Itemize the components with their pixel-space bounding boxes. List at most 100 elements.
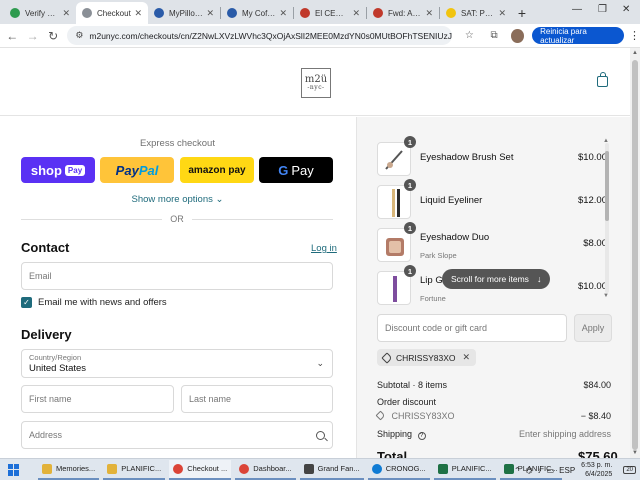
- taskbar-app[interactable]: Dashboar...: [235, 460, 296, 480]
- shipping-row: Shipping ? Enter shipping address: [377, 429, 611, 440]
- first-name-field[interactable]: First name: [21, 385, 174, 413]
- taskbar-app[interactable]: CRONOG...: [367, 460, 430, 480]
- folder-icon: [107, 463, 118, 474]
- close-icon[interactable]: ✕: [134, 8, 142, 19]
- email-field[interactable]: Email: [21, 262, 333, 290]
- delivery-heading: Delivery: [21, 327, 72, 342]
- battery-icon[interactable]: ▭: [547, 466, 555, 475]
- forward-icon[interactable]: →: [24, 29, 40, 43]
- close-icon[interactable]: ✕: [206, 8, 214, 19]
- chevron-up-icon[interactable]: ⌃: [514, 466, 521, 475]
- show-more-options-link[interactable]: Show more options ⌄: [0, 194, 355, 205]
- windows-start-icon[interactable]: [8, 463, 20, 476]
- shop-pay-button[interactable]: shop Pay: [21, 157, 95, 183]
- applied-discount-chip: CHRISSY83XO ✕: [377, 349, 477, 366]
- tab-fwd-asig[interactable]: Fwd: ASIG ✕: [367, 2, 439, 24]
- quantity-badge: 1: [404, 265, 416, 277]
- close-icon[interactable]: ✕: [279, 8, 287, 19]
- remove-discount-icon[interactable]: ✕: [463, 352, 471, 363]
- taskbar-app[interactable]: Checkout ...: [169, 459, 232, 480]
- coffee-icon: [227, 8, 237, 18]
- page-scrollbar[interactable]: ▲ ▼: [630, 48, 640, 458]
- discount-code-input[interactable]: Discount code or gift card: [377, 314, 567, 342]
- tab-my-coffee[interactable]: My Coffee ✕: [221, 2, 293, 24]
- google-pay-button[interactable]: G Pay: [259, 157, 333, 183]
- tab-verify-code[interactable]: Verify Code ✕: [4, 2, 76, 24]
- contact-heading: Contact: [21, 240, 70, 255]
- store-logo[interactable]: m2ü -nyc-: [301, 68, 331, 98]
- star-icon[interactable]: ☆: [462, 30, 477, 41]
- windows-taskbar: Memories... PLANIFIC... Checkout ... Das…: [0, 458, 640, 480]
- scroll-up-icon[interactable]: ▲: [603, 138, 609, 144]
- chrome-icon: [239, 463, 250, 474]
- taskbar-app[interactable]: PLANIFIC...: [433, 460, 496, 480]
- menu-kebab-icon[interactable]: ⋮: [629, 29, 640, 42]
- amazon-pay-button[interactable]: amazon pay: [180, 157, 254, 183]
- help-icon[interactable]: ?: [417, 432, 426, 440]
- line-item: 1 Eyeshadow Duo Park Slope $8.00: [377, 222, 615, 264]
- items-scrollbar-thumb[interactable]: [605, 151, 609, 221]
- country-select[interactable]: Country/Region United States ⌄: [21, 349, 333, 378]
- quantity-badge: 1: [404, 136, 416, 148]
- browser-toolbar: ← → ↻ ⚙ m2unyc.com/checkouts/cn/Z2NwLXVz…: [0, 24, 640, 48]
- last-name-field[interactable]: Last name: [181, 385, 333, 413]
- taskbar-app[interactable]: Memories...: [38, 460, 100, 480]
- browser-tab-strip: Verify Code ✕ Checkout ✕ MyPillow | ✕ My…: [0, 0, 640, 24]
- chrome-icon: [173, 463, 184, 474]
- order-summary: 1 Eyeshadow Brush Set $10.00 1 Liquid Ey…: [356, 117, 630, 458]
- tab-checkout[interactable]: Checkout ✕: [76, 2, 148, 24]
- shopping-bag-icon[interactable]: [597, 72, 608, 87]
- taskbar-app[interactable]: Grand Fan...: [299, 460, 364, 480]
- paypal-button[interactable]: Pay Pal: [100, 157, 174, 183]
- chevron-down-icon: ⌄: [316, 358, 324, 368]
- flag-icon: [446, 8, 456, 18]
- google-g-icon: G: [278, 162, 289, 178]
- news-offers-label: Email me with news and offers: [38, 297, 167, 308]
- address-bar[interactable]: ⚙ m2unyc.com/checkouts/cn/Z2NwLXVzLWVhc3…: [67, 26, 453, 45]
- back-icon[interactable]: ←: [4, 29, 20, 43]
- volume-icon[interactable]: ♪: [538, 466, 542, 475]
- folder-icon: [42, 463, 52, 474]
- close-icon[interactable]: ✕: [62, 8, 70, 19]
- new-tab-icon[interactable]: +: [512, 5, 532, 21]
- language-indicator[interactable]: ESP: [559, 466, 575, 475]
- tab-sat[interactable]: SAT: Princ ✕: [440, 2, 512, 24]
- close-icon[interactable]: ✕: [498, 8, 506, 19]
- scroll-down-icon[interactable]: ▼: [603, 293, 609, 299]
- system-tray: ⌃ ⌬ ♪ ▭ ESP 6:53 p. m. 6/4/2025 20: [509, 459, 636, 480]
- total-label: Total: [377, 449, 408, 458]
- discount-code-row: CHRISSY83XO − $8.40: [375, 410, 611, 421]
- minimize-icon[interactable]: —: [572, 4, 582, 15]
- login-link[interactable]: Log in: [311, 243, 337, 254]
- store-header: m2ü -nyc-: [0, 48, 630, 116]
- window-close-icon[interactable]: ✕: [622, 4, 630, 15]
- mypillow-icon: [154, 8, 164, 18]
- or-divider: OR: [21, 214, 333, 224]
- news-offers-checkbox[interactable]: ✓: [21, 297, 32, 308]
- clock[interactable]: 6:53 p. m. 6/4/2025: [581, 461, 612, 479]
- site-info-icon[interactable]: ⚙: [75, 30, 83, 41]
- apply-button[interactable]: Apply: [574, 314, 612, 342]
- news-offers-option[interactable]: ✓ Email me with news and offers: [21, 297, 167, 308]
- notification-icon[interactable]: 20: [623, 466, 636, 474]
- tab-el-ceo[interactable]: El CEO Sr ✕: [294, 2, 366, 24]
- search-icon: [316, 430, 325, 440]
- restore-icon[interactable]: ❐: [598, 4, 607, 15]
- close-icon[interactable]: ✕: [352, 8, 360, 19]
- network-icon[interactable]: ⌬: [526, 466, 533, 475]
- reload-icon[interactable]: ↻: [45, 29, 61, 43]
- close-icon[interactable]: ✕: [425, 8, 433, 19]
- tag-icon: [381, 351, 393, 364]
- scroll-more-items-button[interactable]: Scroll for more items ↓: [442, 269, 551, 289]
- tab-mypillow[interactable]: MyPillow | ✕: [148, 2, 220, 24]
- scroll-down-icon[interactable]: ▼: [632, 450, 638, 456]
- extensions-icon[interactable]: ⧉: [487, 30, 502, 41]
- address-field[interactable]: Address: [21, 421, 333, 449]
- scroll-up-icon[interactable]: ▲: [632, 50, 638, 56]
- taskbar-app[interactable]: PLANIFIC...: [103, 460, 166, 480]
- update-button[interactable]: Reinicia para actualizar: [532, 27, 625, 45]
- checkmark-icon: [10, 8, 20, 18]
- page-scrollbar-thumb[interactable]: [632, 60, 638, 450]
- profile-avatar[interactable]: [511, 28, 525, 43]
- order-discount-row: Order discount: [377, 397, 437, 407]
